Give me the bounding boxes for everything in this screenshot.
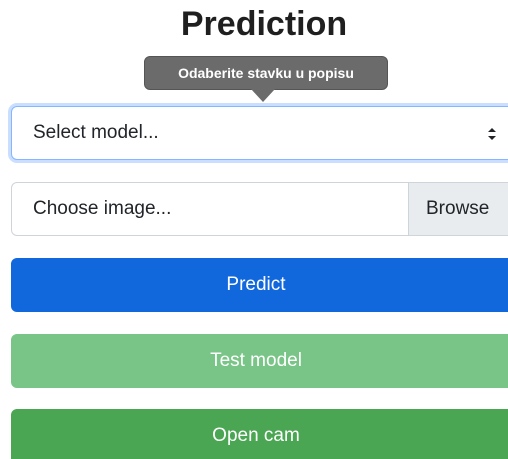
browse-button[interactable]: Browse: [408, 183, 508, 235]
validation-tooltip: Odaberite stavku u popisu: [144, 56, 388, 90]
select-updown-icon: [486, 107, 498, 159]
page-title: Prediction: [180, 5, 348, 43]
model-select[interactable]: Select model...: [11, 106, 508, 160]
open-cam-button[interactable]: Open cam: [11, 409, 508, 459]
tooltip-pointer: [251, 89, 275, 102]
test-model-button[interactable]: Test model: [11, 334, 508, 388]
model-select-value: Select model...: [33, 122, 159, 143]
image-file-input[interactable]: Choose image... Browse: [11, 182, 508, 236]
image-file-placeholder: Choose image...: [33, 198, 172, 219]
prediction-form: Prediction Odaberite stavku u popisu Sel…: [0, 0, 508, 459]
predict-button[interactable]: Predict: [11, 258, 508, 312]
